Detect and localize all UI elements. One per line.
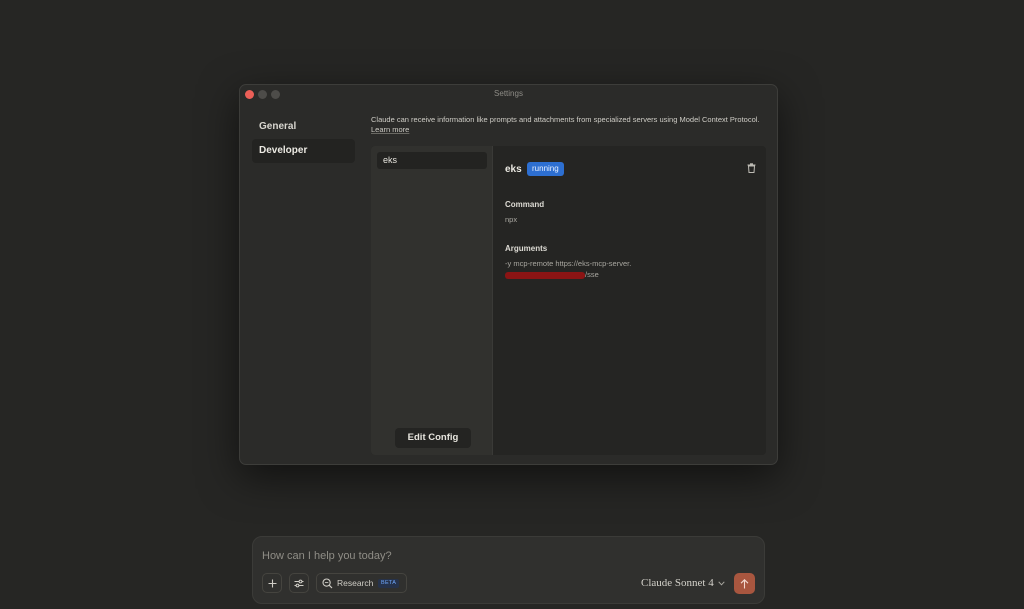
redaction-mark — [505, 271, 585, 279]
nav-item-general[interactable]: General — [252, 115, 355, 139]
command-value: npx — [505, 215, 518, 224]
research-label: Research — [337, 578, 374, 588]
title-bar: Settings — [240, 85, 777, 104]
window-title: Settings — [494, 89, 523, 98]
server-list-item[interactable]: eks — [377, 152, 487, 169]
send-button[interactable] — [734, 573, 755, 594]
learn-more-link[interactable]: Learn more — [371, 125, 409, 134]
intro-text: Claude can receive information like prom… — [371, 115, 760, 124]
edit-config-button[interactable]: Edit Config — [395, 428, 471, 448]
trash-icon[interactable] — [747, 163, 756, 173]
arrow-up-icon — [740, 578, 749, 588]
server-list: eks Edit Config — [371, 146, 493, 455]
command-label: Command — [505, 200, 545, 209]
arguments-label: Arguments — [505, 244, 548, 253]
sliders-icon — [294, 579, 304, 587]
beta-badge: BETA — [378, 579, 400, 588]
nav-item-developer[interactable]: Developer — [252, 139, 355, 163]
arguments-value: -y mcp-remote https://eks-mcp-server. /ss… — [505, 258, 655, 280]
arguments-prefix: -y mcp-remote https://eks-mcp-server. — [505, 259, 632, 268]
tools-button[interactable] — [289, 573, 309, 593]
model-selector[interactable]: Claude Sonnet 4 — [641, 577, 714, 589]
search-icon — [322, 578, 333, 589]
chevron-down-icon[interactable] — [718, 581, 725, 586]
plus-icon — [268, 579, 276, 587]
arguments-suffix: /sse — [585, 270, 599, 279]
server-detail: eks running Command npx Arguments -y mcp… — [493, 146, 766, 455]
add-attachment-button[interactable] — [262, 573, 282, 593]
settings-window: Settings General Developer Claude can re… — [239, 84, 778, 465]
developer-intro: Claude can receive information like prom… — [371, 115, 761, 135]
status-badge: running — [527, 162, 564, 176]
research-button[interactable]: Research BETA — [316, 573, 407, 593]
chat-composer: Research BETA Claude Sonnet 4 — [252, 536, 765, 604]
mcp-servers-panel: eks Edit Config eks running Command npx … — [371, 146, 766, 455]
server-name: eks — [505, 164, 522, 175]
prompt-input[interactable] — [262, 548, 562, 564]
